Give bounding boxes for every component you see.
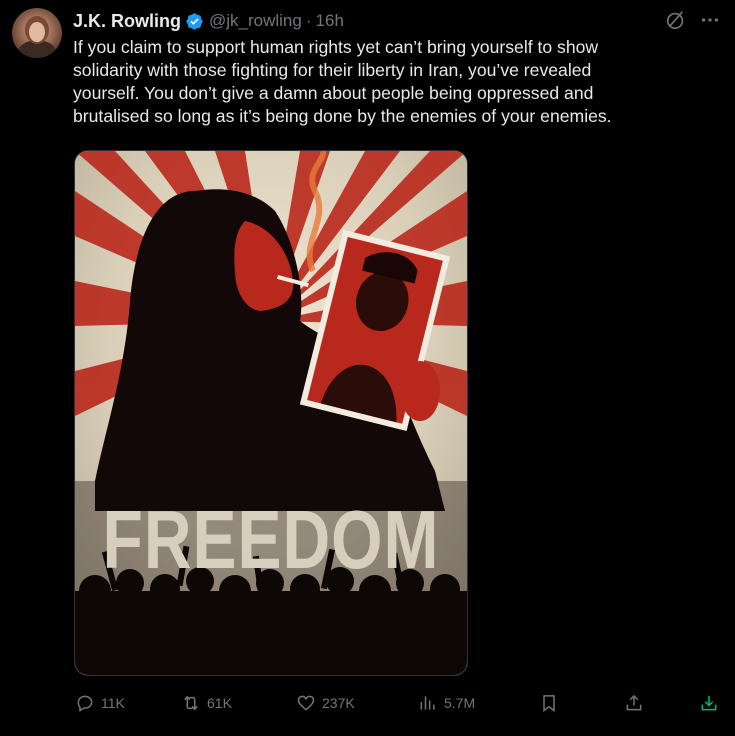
- tweet-image[interactable]: FREEDOM: [74, 150, 468, 676]
- bookmark-button[interactable]: [539, 690, 559, 716]
- grok-icon[interactable]: [665, 9, 687, 31]
- reply-button[interactable]: 11K: [75, 690, 125, 716]
- separator: ·: [305, 11, 312, 30]
- tweet-header: J.K. Rowling @jk_rowling · 16h: [73, 9, 344, 33]
- like-count: 237K: [322, 695, 355, 711]
- tweet: J.K. Rowling @jk_rowling · 16h If you cl…: [0, 0, 735, 736]
- tweet-text: If you claim to support human rights yet…: [73, 37, 612, 126]
- views-count: 5.7M: [444, 695, 476, 711]
- more-icon[interactable]: [699, 9, 721, 31]
- retweet-count: 61K: [207, 695, 232, 711]
- author-handle[interactable]: @jk_rowling: [209, 11, 302, 31]
- share-button[interactable]: [624, 690, 644, 716]
- like-icon: [297, 695, 315, 711]
- share-icon: [626, 694, 642, 711]
- reply-count: 11K: [101, 695, 125, 711]
- views-icon: [420, 696, 435, 710]
- retweet-button[interactable]: 61K: [181, 690, 232, 716]
- retweet-icon: [184, 695, 198, 711]
- action-bar: 11K 61K 237K 5.7M: [0, 690, 735, 718]
- timestamp[interactable]: 16h: [316, 11, 344, 31]
- poster-title: FREEDOM: [102, 492, 440, 586]
- avatar[interactable]: [12, 8, 62, 58]
- views-button[interactable]: 5.7M: [418, 690, 475, 716]
- reply-icon: [77, 695, 93, 712]
- verified-badge-icon: [186, 12, 203, 30]
- author-name[interactable]: J.K. Rowling: [73, 11, 181, 32]
- like-button[interactable]: 237K: [296, 690, 355, 716]
- download-button[interactable]: [699, 690, 719, 716]
- download-icon: [701, 695, 717, 711]
- freedom-poster-image: [75, 151, 467, 675]
- bookmark-icon: [543, 695, 555, 712]
